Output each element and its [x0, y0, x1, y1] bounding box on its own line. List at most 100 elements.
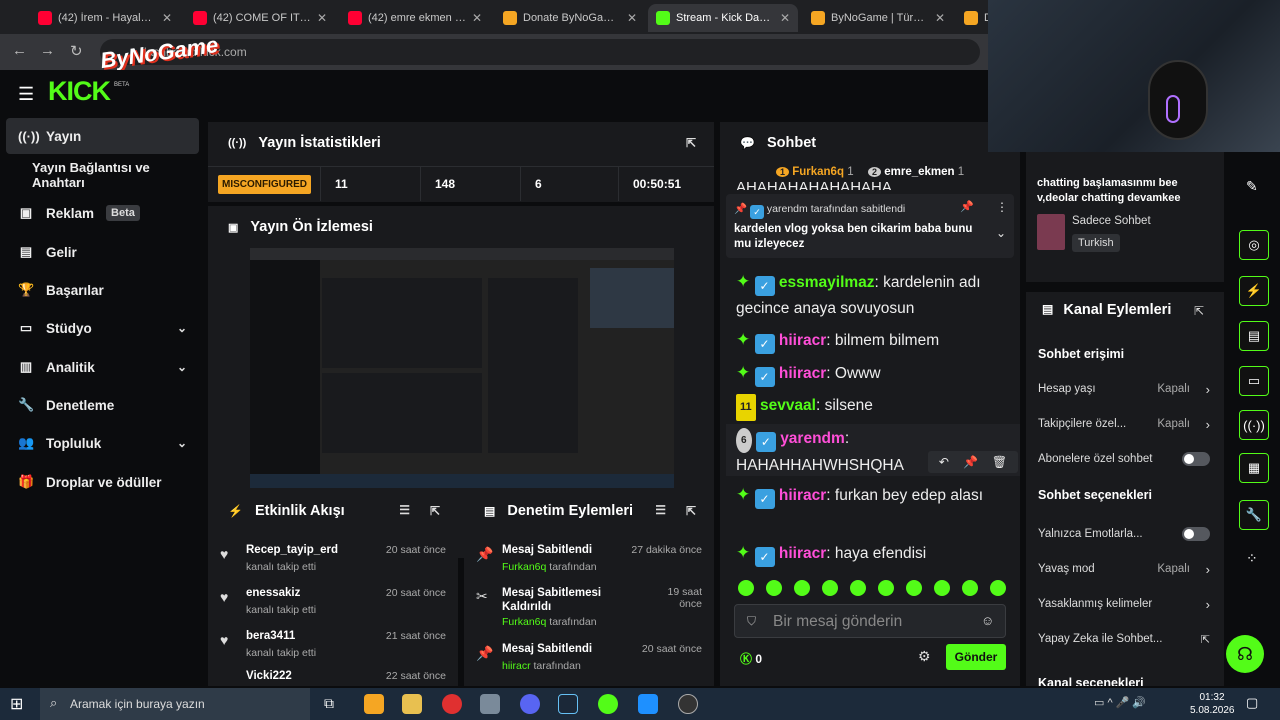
edit-icon[interactable]: ✎ [1246, 178, 1258, 195]
settings-icon[interactable]: ⚙ [918, 648, 931, 665]
taskbar-search[interactable]: ⌕ Aramak için buraya yazın [40, 688, 310, 720]
close-icon[interactable]: ✕ [162, 11, 172, 25]
chat-message[interactable]: ✦ ✓ hiiracr: furkan bey edep alası [736, 482, 1006, 509]
stream-preview-video[interactable] [250, 248, 674, 488]
pinned-message[interactable]: 📌 ✓ yarendm tarafından sabitlendi 📌 ⋮ ka… [726, 194, 1014, 258]
browser-tab[interactable]: Donate ByNoGame - E✕ [495, 4, 645, 32]
chevron-down-icon[interactable]: ⌄ [996, 226, 1006, 240]
chat-action-button[interactable]: ▭ [1239, 366, 1269, 396]
chat-message[interactable]: 11 sevvaal: silsene [736, 393, 1006, 421]
emoji-icon[interactable]: ☺ [981, 613, 994, 628]
slow-mode-setting[interactable]: Yavaş mod Kapalı › [1038, 557, 1210, 581]
broadcast-action-button[interactable]: ((·)) [1239, 410, 1269, 440]
notifications-icon[interactable]: ▢ [1246, 695, 1258, 711]
pin-icon[interactable]: 📌 [963, 455, 978, 469]
chat-message[interactable]: ✦ ✓ essmayilmaz: kardelenin adı gecince … [736, 269, 1006, 321]
emote[interactable] [962, 580, 978, 596]
account-age-setting[interactable]: Hesap yaşı Kapalı › [1038, 377, 1210, 401]
sidebar-item-stream-key[interactable]: Yayın Bağlantısı ve Anahtarı [6, 157, 199, 193]
sidebar-item-denetleme[interactable]: 🔧 Denetleme [6, 387, 199, 423]
windows-start-icon[interactable]: ⊞ [10, 694, 23, 714]
sidebar-item-yayin[interactable]: ((·)) Yayın [6, 118, 199, 154]
kick-logo[interactable]: KICK [48, 76, 111, 107]
system-tray-icons[interactable]: ▭ ^ 🎤 🔊 [1094, 696, 1146, 709]
sidebar-item-droplar[interactable]: 🎁 Droplar ve ödüller [6, 464, 199, 500]
apps-icon[interactable]: ⁘ [1246, 550, 1258, 567]
app-icon[interactable] [638, 694, 658, 714]
tools-action-button[interactable]: 🔧 [1239, 500, 1269, 530]
channel-actions-panel: ▤ Kanal Eylemleri ⇱ Sohbet erişimi Hesap … [1026, 292, 1224, 686]
browser-tab[interactable]: (42) COME OF IT | Mad✕ [185, 4, 335, 32]
emote[interactable] [906, 580, 922, 596]
emote[interactable] [766, 580, 782, 596]
send-button[interactable]: Gönder [946, 644, 1006, 670]
emote[interactable] [794, 580, 810, 596]
subscribers-only-toggle[interactable] [1182, 452, 1210, 466]
popout-icon[interactable]: ⇱ [686, 504, 696, 518]
forward-icon[interactable]: → [40, 42, 55, 59]
emote-only-toggle[interactable] [1182, 527, 1210, 541]
sidebar-item-gelir[interactable]: ▤ Gelir [6, 234, 199, 270]
verified-icon: ✓ [754, 367, 775, 387]
task-view-icon[interactable]: ⧉ [324, 695, 334, 712]
browser-tab[interactable]: (42) İrem - Hayalet Sevgilim✕ [30, 4, 180, 32]
language-tag[interactable]: Turkish [1072, 234, 1120, 252]
chat-message[interactable]: ✦ ✓ hiiracr: haya efendisi [736, 540, 1006, 567]
sidebar-item-topluluk[interactable]: 👥 Topluluk ⌄ [6, 425, 199, 461]
chrome-icon[interactable] [442, 694, 462, 714]
close-icon[interactable]: ✕ [317, 11, 327, 25]
sidebar-item-reklam[interactable]: ▣ Reklam Beta [6, 195, 199, 231]
emote[interactable] [850, 580, 866, 596]
close-icon[interactable]: ✕ [472, 11, 482, 25]
address-bar[interactable]: dashboard.kick.com [100, 39, 980, 65]
camera-action-button[interactable]: ◎ [1239, 230, 1269, 260]
popout-icon[interactable]: ⇱ [430, 504, 440, 518]
reply-icon[interactable]: ↶ [939, 455, 949, 469]
ai-chat-setting[interactable]: Yapay Zeka ile Sohbet... ⇱ [1038, 627, 1210, 651]
chat-message[interactable]: ✦ ✓ hiiracr: bilmem bilmem [736, 327, 1006, 354]
emote[interactable] [738, 580, 754, 596]
sidebar-item-studyo[interactable]: ▭ Stüdyo ⌄ [6, 310, 199, 346]
close-icon[interactable]: ✕ [780, 11, 790, 25]
discord-icon[interactable] [520, 694, 540, 714]
more-icon[interactable]: ⋮ [996, 200, 1008, 214]
back-icon[interactable]: ← [12, 42, 27, 59]
emote[interactable] [822, 580, 838, 596]
steam-icon[interactable] [558, 694, 578, 714]
clock[interactable]: 01:32 5.08.2026 [1190, 691, 1235, 717]
sidebar-item-basarilar[interactable]: 🏆 Başarılar [6, 272, 199, 308]
app-icon[interactable] [480, 694, 500, 714]
followers-only-setting[interactable]: Takipçilere özel... Kapalı › [1038, 412, 1210, 436]
close-icon[interactable]: ✕ [627, 11, 637, 25]
emote[interactable] [878, 580, 894, 596]
app-icon[interactable] [364, 694, 384, 714]
filter-icon[interactable]: ☰ [399, 503, 410, 517]
kick-app-icon[interactable] [598, 694, 618, 714]
support-button[interactable]: ☊ [1226, 635, 1264, 673]
delete-icon[interactable]: 🗑 [992, 455, 1007, 469]
banned-words-setting[interactable]: Yasaklanmış kelimeler › [1038, 592, 1210, 616]
browser-tab-active[interactable]: Stream - Kick Dashboard✕ [648, 4, 798, 32]
browser-tab[interactable]: ByNoGame | Türkiye'nin✕ [803, 4, 953, 32]
filter-icon[interactable]: ☰ [655, 503, 666, 517]
chat-input[interactable]: ⛉ Bir mesaj gönderin ☺ [734, 604, 1006, 638]
chat-message[interactable]: ✦ ✓ hiiracr: Owww [736, 360, 1006, 387]
obs-icon[interactable] [678, 694, 698, 714]
popout-icon[interactable]: ⇱ [686, 136, 696, 150]
document-action-button[interactable]: ▤ [1239, 321, 1269, 351]
emote[interactable] [934, 580, 950, 596]
pin-icon[interactable]: 📌 [960, 200, 974, 213]
lightning-action-button[interactable]: ⚡ [1239, 276, 1269, 306]
category-name[interactable]: Sadece Sohbet [1072, 215, 1151, 227]
popout-icon[interactable]: ⇱ [1194, 304, 1204, 318]
reload-icon[interactable]: ↻ [70, 42, 83, 60]
menu-icon[interactable]: ☰ [18, 84, 34, 105]
moderation-action-button[interactable]: ▦ [1239, 453, 1269, 483]
category-thumbnail[interactable] [1037, 214, 1065, 250]
sidebar-item-analitik[interactable]: ▥ Analitik ⌄ [6, 349, 199, 385]
channel-points[interactable]: Ⓚ 0 [740, 650, 762, 667]
folder-icon[interactable] [402, 694, 422, 714]
browser-tab[interactable]: (42) emre ekmen - Youtube✕ [340, 4, 490, 32]
close-icon[interactable]: ✕ [935, 11, 945, 25]
emote[interactable] [990, 580, 1006, 596]
